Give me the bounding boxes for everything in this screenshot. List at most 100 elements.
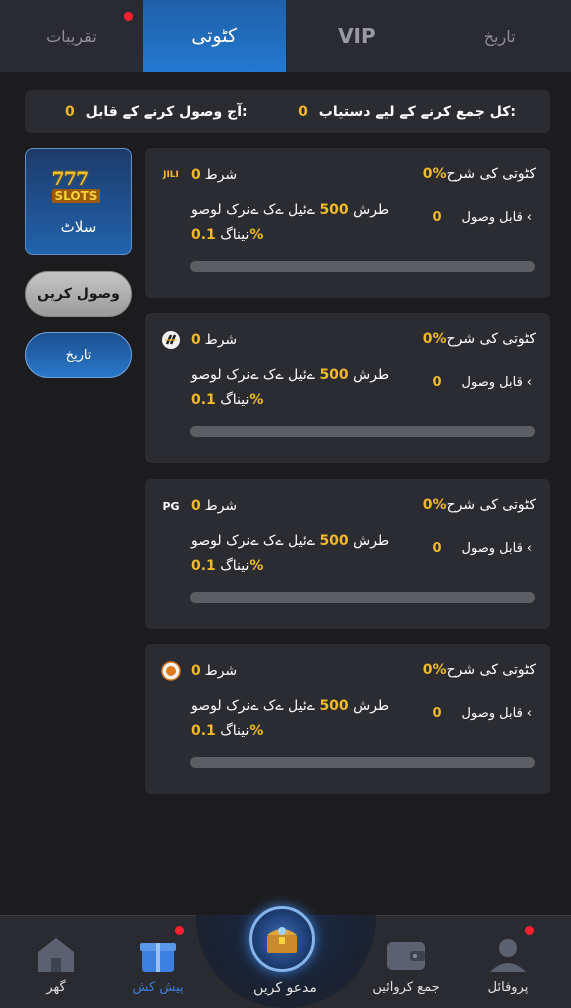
rate-label: کٹوتی کی شرح [446,662,536,678]
rate-label: کٹوتی کی شرح [446,497,536,513]
profile-icon [486,934,530,974]
desc-amount: 500 [319,698,349,714]
rebate-description: طرش 500 ےئیل ےک ےنرک لوصو نیناگ 0.1% [191,198,411,248]
today-collectable: 0 آج وصول کرنے کے قابل: [59,104,248,120]
tab-history[interactable]: تاریخ [428,0,571,72]
desc-prefix: طرش [353,698,390,714]
notification-dot [175,926,184,935]
brand-text: JILI [163,170,179,180]
play-brand-icon [159,661,183,681]
desc-prefix: طرش [353,533,390,549]
pg-brand-icon: PG [159,497,183,515]
rebate-card: 0 شرط 0%کٹوتی کی شرح طرش 500 ےئیل ےک ےنر… [145,644,550,794]
wallet-icon [384,934,428,974]
desc-prefix: طرش [353,367,390,383]
condition-value: 0 [191,498,201,514]
chevron-left-icon: ‹ [526,210,532,225]
total-collectable: 0 کل جمع کرنے کے لیے دستیاب: [292,104,516,120]
desc-suffix: نیناگ [220,392,250,408]
nav-invite-label[interactable]: مدعو کریں [235,980,335,996]
condition: 0 شرط [159,331,237,349]
tab-vip[interactable]: VIP [286,0,429,72]
condition: PG 0 شرط [159,497,237,515]
total-value: 0 [298,103,308,120]
condition: 0 شرط [159,661,238,681]
rebate-card: 0 شرط 0%کٹوتی کی شرح طرش 500 ےئیل ےک ےنر… [145,313,550,463]
total-label: کل جمع کرنے کے لیے دستیاب: [318,103,516,120]
rebate-description: طرش 500 ےئیل ےک ےنرک لوصو نیناگ 0.1% [191,694,411,744]
available-amount[interactable]: 0 قابل وصول ‹ [433,375,533,390]
condition: JILI 0 شرط [159,166,237,184]
condition-label: شرط [204,332,238,348]
brand-text: PG [162,499,180,513]
history-button[interactable]: تاریخ [25,332,132,378]
nav-deposit-label: جمع کروائیں [372,980,440,995]
tab-events[interactable]: تقریبات [0,0,143,72]
available-label: قابل وصول [461,375,523,390]
fc-brand-icon [159,331,183,349]
rebate-card: PG 0 شرط 0%کٹوتی کی شرح طرش 500 ےئیل ےک … [145,479,550,629]
rate-value: 0% [422,166,447,182]
rate-value: 0% [422,662,447,678]
gift-icon [136,934,180,974]
available-amount[interactable]: 0 قابل وصول ‹ [433,541,533,556]
desc-amount: 500 [319,202,349,218]
tab-vip-label: VIP [338,24,376,48]
rebate-rate: 0%کٹوتی کی شرح [423,497,536,513]
collect-button[interactable]: وصول کریں [25,271,132,317]
desc-amount: 500 [319,367,349,383]
rebate-rate: 0%کٹوتی کی شرح [423,662,536,678]
today-value: 0 [65,103,75,120]
nav-home-label: گھر [46,980,66,995]
nav-offers[interactable]: پیش کش [108,916,208,1008]
rate-label: کٹوتی کی شرح [446,166,536,182]
condition-value: 0 [191,167,201,183]
rate-value: 0% [422,331,447,347]
chevron-left-icon: ‹ [526,706,532,721]
condition-value: 0 [191,663,201,679]
nav-offers-label: پیش کش [132,980,184,995]
nav-home[interactable]: گھر [6,916,106,1008]
progress-bar [190,592,535,603]
treasure-chest-icon [267,927,297,953]
desc-suffix: نیناگ [220,227,250,243]
available-value: 0 [432,706,442,721]
available-value: 0 [432,541,442,556]
progress-bar [190,261,535,272]
condition-label: شرط [204,498,238,514]
slots-logo-word: SLOTS [51,188,101,203]
rate-value: 0% [422,497,447,513]
progress-bar [190,757,535,768]
slots-logo-icon: 777 SLOTS [50,168,108,208]
rebate-summary: 0 آج وصول کرنے کے قابل: 0 کل جمع کرنے کے… [25,90,550,133]
desc-mid: ےئیل ےک ےنرک لوصو [191,202,315,218]
condition-label: شرط [204,663,238,679]
rebate-rate: 0%کٹوتی کی شرح [423,331,536,347]
progress-bar [190,426,535,437]
tab-events-label: تقریبات [46,26,97,46]
top-tabs: تقریبات کٹوتی VIP تاریخ [0,0,571,72]
notification-dot [123,12,133,21]
available-amount[interactable]: 0 قابل وصول ‹ [433,210,533,225]
category-label: سلاٹ [60,217,97,236]
available-value: 0 [432,375,442,390]
tab-rebate[interactable]: کٹوتی [142,0,286,72]
tab-rebate-label: کٹوتی [191,25,237,47]
desc-mid: ےئیل ےک ےنرک لوصو [191,533,315,549]
jili-brand-icon: JILI [159,166,183,184]
condition-value: 0 [191,332,201,348]
home-icon [34,934,78,974]
desc-suffix: نیناگ [220,723,250,739]
rebate-description: طرش 500 ےئیل ےک ےنرک لوصو نیناگ 0.1% [191,363,411,413]
chevron-left-icon: ‹ [526,375,532,390]
available-amount[interactable]: 0 قابل وصول ‹ [433,706,533,721]
category-slots[interactable]: 777 SLOTS سلاٹ [25,148,132,255]
rate-label: کٹوتی کی شرح [446,331,536,347]
invite-chest-button[interactable] [249,906,315,972]
desc-prefix: طرش [353,202,390,218]
rebate-card: JILI 0 شرط 0%کٹوتی کی شرح طرش 500 ےئیل ے… [145,148,550,298]
nav-profile[interactable]: پروفائل [458,916,558,1008]
available-value: 0 [432,210,442,225]
desc-suffix: نیناگ [220,558,250,574]
rebate-description: طرش 500 ےئیل ےک ےنرک لوصو نیناگ 0.1% [191,529,411,579]
